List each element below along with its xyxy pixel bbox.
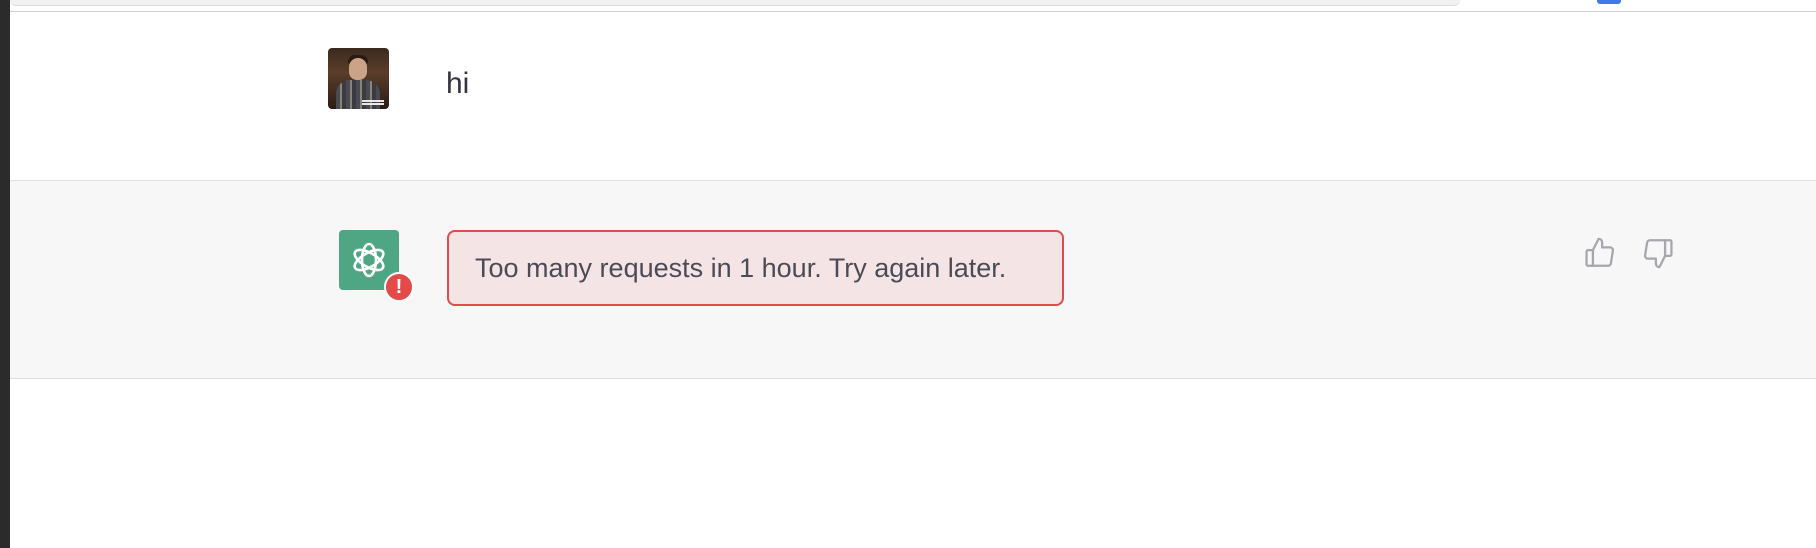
thumbs-down-icon[interactable] — [1641, 236, 1675, 270]
avatar-shirt — [336, 80, 380, 109]
address-bar-edge[interactable] — [10, 0, 1460, 6]
window-edge — [0, 0, 10, 548]
error-message-text: Too many requests in 1 hour. Try again l… — [475, 252, 1007, 283]
user-avatar — [328, 48, 389, 109]
user-message-text: hi — [446, 67, 470, 100]
error-badge: ! — [384, 272, 414, 302]
openai-logo-svg — [353, 242, 385, 278]
toolbar-button-edge[interactable] — [1597, 0, 1621, 4]
error-message-box: Too many requests in 1 hour. Try again l… — [447, 230, 1064, 306]
top-bar — [10, 0, 1816, 12]
avatar-caption — [362, 100, 384, 102]
avatar-face — [349, 58, 367, 80]
thumbs-up-icon[interactable] — [1583, 236, 1617, 270]
user-message-row — [10, 12, 1816, 181]
